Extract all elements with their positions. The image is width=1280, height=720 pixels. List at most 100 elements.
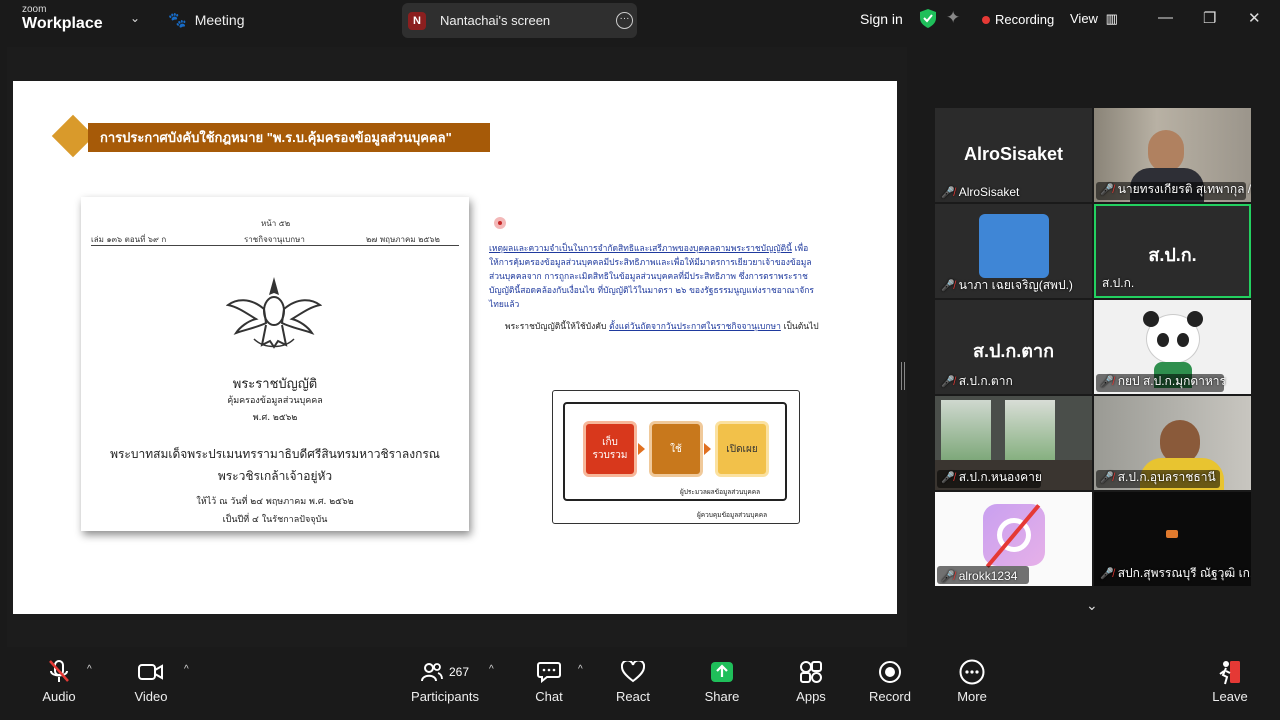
video-tile[interactable]: 🎤̸ ส.ป.ก.อุบลราชธานี: [1094, 396, 1251, 490]
panda-ear: [1187, 311, 1203, 327]
more-options-icon[interactable]: ···: [616, 12, 633, 29]
video-tile[interactable]: 🎤̸ ส.ป.ก.หนองคาย: [935, 396, 1092, 490]
sharer-avatar: N: [408, 11, 426, 30]
video-tile[interactable]: 🎤̸ alrokk1234: [935, 492, 1092, 586]
tiny-video-icon: [1166, 530, 1178, 538]
recording-label: Recording: [995, 12, 1055, 27]
view-grid-icon: ▥: [1105, 11, 1118, 26]
video-tile[interactable]: 🎤̸ นายทรงเกียรติ สุเทพากุล /...: [1094, 108, 1251, 202]
maximize-icon[interactable]: ❐: [1203, 9, 1216, 27]
video-camera-icon: [138, 650, 164, 686]
participant-label: 🎤̸ ส.ป.ก.หนองคาย: [941, 468, 1042, 487]
gallery-scroll-down-icon[interactable]: ⌄: [1086, 597, 1098, 614]
doc-reign: เป็นปีที่ ๔ ในรัชกาลปัจจุบัน: [222, 515, 328, 525]
participant-label: 🎤̸ สปก.สุพรรณบุรี ณัฐวุฒิ เก...: [1100, 564, 1251, 583]
doc-act-title: พระราชบัญญัติ: [232, 377, 318, 392]
resize-handle[interactable]: [901, 362, 905, 390]
view-button[interactable]: View ▥: [1070, 11, 1118, 27]
panda-ear: [1143, 311, 1159, 327]
enforce-end: เป็นต้นไป: [783, 322, 819, 332]
participants-options-caret-icon[interactable]: ^: [489, 664, 494, 675]
meeting-menu[interactable]: 🐾 Meeting: [168, 11, 245, 29]
flow-arrow-icon: [638, 443, 645, 455]
video-tile[interactable]: ส.ป.ก.ตาก 🎤̸ ส.ป.ก.ตาก: [935, 300, 1092, 394]
more-dots-icon: [959, 650, 985, 686]
chat-options-caret-icon[interactable]: ^: [578, 664, 583, 675]
participants-count: 267: [448, 665, 470, 679]
shield-check-icon[interactable]: [920, 9, 936, 33]
video-options-caret-icon[interactable]: ^: [184, 664, 189, 675]
gazette-document: หน้า ๕๒ เล่ม ๑๓๖ ตอนที่ ๖๙ ก ราชกิจจานุเ…: [81, 197, 469, 531]
garuda-emblem: [225, 275, 323, 356]
video-tile[interactable]: 🎤̸ สปก.สุพรรณบุรี ณัฐวุฒิ เก...: [1094, 492, 1251, 586]
mic-muted-icon: [48, 650, 70, 686]
mic-off-icon: 🎤̸: [941, 570, 955, 583]
person-head: [1148, 130, 1184, 172]
video-tile[interactable]: AlroSisaket 🎤̸ AlroSisaket: [935, 108, 1092, 202]
minimize-icon[interactable]: —: [1158, 9, 1173, 26]
mic-off-icon: 🎤̸: [1100, 568, 1114, 580]
flow-use-box: ใช้: [649, 421, 703, 477]
mic-off-icon: 🎤̸: [1100, 472, 1114, 484]
doc-act-year: พ.ศ. ๒๕๖๒: [252, 413, 298, 423]
apps-button[interactable]: Apps: [776, 650, 846, 704]
leave-button[interactable]: Leave: [1195, 650, 1265, 704]
participant-name: นายทรงเกียรติ สุเทพากุล /...: [1117, 182, 1251, 196]
video-tile[interactable]: 🎤̸ กยป ส.ป.ก.มุกดาหาร: [1094, 300, 1251, 394]
panda-eye: [1177, 333, 1189, 347]
brand-big: Workplace: [22, 15, 103, 32]
reason-link[interactable]: เหตุผลและความจำเป็นในการจำกัดสิทธิและเสร…: [489, 244, 792, 254]
close-icon[interactable]: ✕: [1248, 9, 1261, 27]
flow-arrow-icon: [704, 443, 711, 455]
meeting-label: Meeting: [194, 12, 245, 28]
record-label: Record: [869, 689, 911, 704]
participant-name: ส.ป.ก.หนองคาย: [958, 470, 1042, 484]
camera-off-avatar-icon: [983, 504, 1045, 568]
doc-act-subtitle: คุ้มครองข้อมูลส่วนบุคคล: [227, 396, 323, 406]
share-button[interactable]: Share: [687, 650, 757, 704]
flow-disclose-box: เปิดเผย: [715, 421, 769, 477]
brand-small: zoom: [22, 4, 47, 15]
audio-button[interactable]: Audio: [24, 650, 94, 704]
chevron-down-icon[interactable]: ⌄: [130, 11, 140, 25]
video-tile[interactable]: 🎤̸ นาภา เฉยเจริญ(สพป.): [935, 204, 1092, 298]
react-button[interactable]: React: [598, 650, 668, 704]
sign-in-button[interactable]: Sign in: [860, 11, 903, 27]
participant-label: 🎤̸ นาภา เฉยเจริญ(สพป.): [941, 276, 1073, 295]
leave-label: Leave: [1212, 689, 1248, 704]
participant-name: alrokk1234: [958, 569, 1018, 583]
mic-off-icon: 🎤̸: [1100, 376, 1114, 388]
participant-display-name: ส.ป.ก.: [1148, 245, 1197, 265]
avatar-slash: [985, 504, 1041, 568]
record-dot-icon: [982, 15, 990, 24]
laser-pointer: [494, 217, 506, 229]
chat-button[interactable]: Chat: [514, 650, 584, 704]
participants-button[interactable]: 267 Participants: [405, 650, 485, 704]
participants-label: Participants: [411, 689, 479, 704]
share-label: Share: [704, 689, 740, 704]
enforce-text: พระราชบัญญัตินี้ให้ใช้บังคับ: [505, 322, 607, 332]
enforce-link[interactable]: ตั้งแต่วันถัดจากวันประกาศในราชกิจจานุเบก…: [609, 322, 781, 332]
participant-name: สปก.สุพรรณบุรี ณัฐวุฒิ เก...: [1117, 566, 1251, 580]
participants-icon: 267: [420, 650, 470, 686]
video-label: Video: [134, 689, 168, 704]
audio-options-caret-icon[interactable]: ^: [87, 664, 92, 675]
record-button[interactable]: Record: [855, 650, 925, 704]
view-label: View: [1070, 11, 1098, 26]
recording-indicator[interactable]: Recording: [982, 12, 1054, 27]
participant-label: 🎤̸ กยป ส.ป.ก.มุกดาหาร: [1100, 372, 1226, 391]
doc-page-number: หน้า ๕๒: [261, 219, 291, 228]
participant-label: 🎤̸ ส.ป.ก.อุบลราชธานี: [1100, 468, 1216, 487]
blue-avatar: [979, 214, 1049, 278]
more-button[interactable]: More: [937, 650, 1007, 704]
mic-off-icon: 🎤̸: [941, 186, 955, 199]
participant-name: กยป ส.ป.ก.มุกดาหาร: [1117, 374, 1226, 388]
ai-sparkle-icon[interactable]: ✦: [946, 8, 960, 28]
react-label: React: [616, 689, 650, 704]
mic-off-icon: 🎤̸: [941, 376, 955, 388]
video-button[interactable]: Video: [116, 650, 186, 704]
video-tile-active-speaker[interactable]: ส.ป.ก. ส.ป.ก.: [1094, 204, 1251, 298]
zoom-logo: zoom Workplace: [22, 5, 103, 32]
participant-label: 🎤̸ AlroSisaket: [941, 185, 1019, 199]
screen-share-pill[interactable]: N Nantachai's screen ···: [402, 3, 637, 38]
